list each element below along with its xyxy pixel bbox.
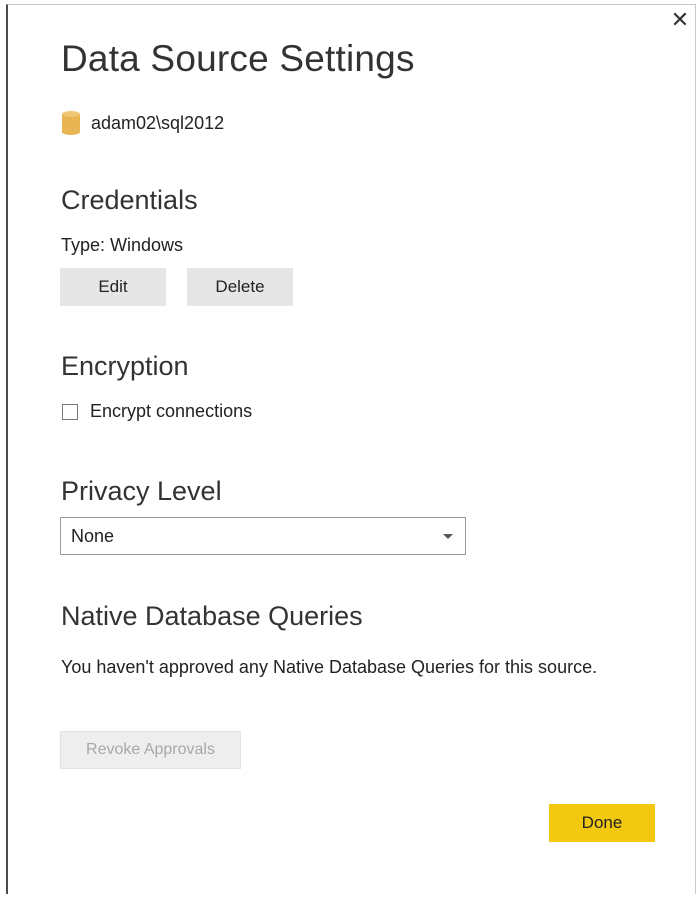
native-queries-message: You haven't approved any Native Database… [61, 657, 598, 677]
done-button[interactable]: Done [549, 804, 655, 842]
credential-type: Type: Windows [61, 235, 184, 255]
dialog-title: Data Source Settings [61, 38, 415, 79]
chevron-down-icon [443, 534, 453, 539]
encrypt-connections-checkbox[interactable] [62, 403, 78, 420]
encryption-heading: Encryption [61, 351, 189, 381]
encrypt-connections-label: Encrypt connections [90, 401, 253, 421]
native-queries-heading: Native Database Queries [61, 601, 363, 631]
close-button[interactable]: ✕ [669, 10, 691, 32]
data-source-name: adam02\sql2012 [91, 112, 225, 133]
privacy-level-value: None [71, 526, 115, 546]
database-icon [61, 110, 81, 136]
close-icon: ✕ [670, 8, 690, 33]
data-source-row: adam02\sql2012 [61, 110, 224, 136]
credentials-heading: Credentials [61, 185, 198, 215]
edit-button[interactable]: Edit [60, 268, 166, 306]
encrypt-connections-row[interactable]: Encrypt connections [62, 401, 252, 422]
privacy-level-heading: Privacy Level [61, 476, 222, 506]
revoke-approvals-button[interactable]: Revoke Approvals [60, 731, 241, 769]
delete-button[interactable]: Delete [187, 268, 293, 306]
privacy-level-select[interactable]: None [60, 517, 466, 555]
